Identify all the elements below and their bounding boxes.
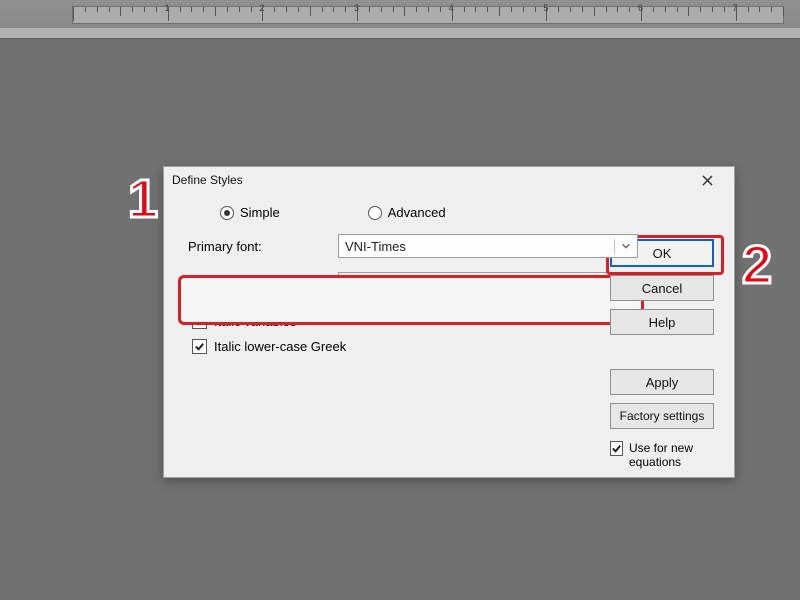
dialog-title: Define Styles [172, 167, 243, 193]
help-button-label: Help [649, 315, 676, 330]
use-for-new-label: Use for new equations [629, 441, 720, 469]
ok-button-label: OK [653, 246, 672, 261]
close-icon [702, 175, 713, 186]
radio-advanced-label: Advanced [388, 205, 446, 220]
dialog-titlebar: Define Styles [164, 167, 734, 193]
button-column: OK Cancel Help Apply Factory settings Us… [610, 239, 720, 469]
radio-simple[interactable]: Simple [220, 205, 280, 220]
highlight-primary-font [178, 275, 644, 325]
factory-settings-button[interactable]: Factory settings [610, 403, 714, 429]
button-spacer [610, 343, 720, 361]
factory-button-label: Factory settings [620, 409, 705, 423]
checkbox-icon [192, 339, 207, 354]
cancel-button[interactable]: Cancel [610, 275, 714, 301]
mode-radio-row: Simple Advanced [220, 205, 718, 220]
apply-button[interactable]: Apply [610, 369, 714, 395]
dialog-body: Simple Advanced Primary font: VNI-Times … [164, 193, 734, 372]
radio-simple-label: Simple [240, 205, 280, 220]
check-italic-lower-greek-label: Italic lower-case Greek [214, 339, 346, 354]
annotation-callout-2: 2 [742, 234, 772, 296]
primary-font-value: VNI-Times [345, 239, 406, 254]
primary-font-label: Primary font: [188, 239, 328, 254]
primary-font-combo[interactable]: VNI-Times [338, 234, 638, 258]
radio-icon [368, 206, 382, 220]
apply-button-label: Apply [646, 375, 679, 390]
define-styles-dialog: Define Styles Simple Advanced Primary fo… [163, 166, 735, 478]
radio-advanced[interactable]: Advanced [368, 205, 446, 220]
annotation-callout-1: 1 [128, 168, 158, 230]
check-use-for-new[interactable]: Use for new equations [610, 441, 720, 469]
chevron-down-icon [614, 239, 631, 254]
cancel-button-label: Cancel [642, 281, 682, 296]
radio-icon [220, 206, 234, 220]
checkbox-icon [610, 441, 623, 456]
close-button[interactable] [688, 168, 726, 192]
help-button[interactable]: Help [610, 309, 714, 335]
